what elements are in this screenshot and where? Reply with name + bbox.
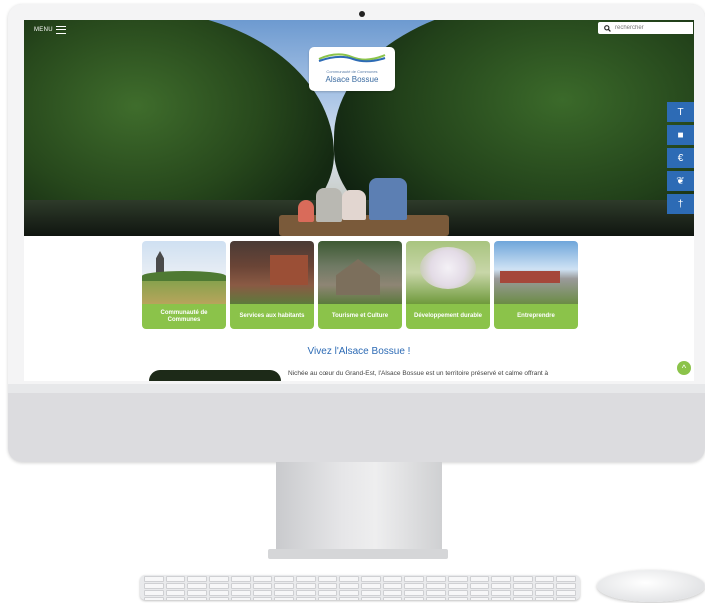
hamburger-icon (55, 26, 66, 34)
hero-banner: MENU Communauté de Communes Alsace Bossu… (24, 20, 694, 236)
monitor-chin (8, 393, 705, 462)
logo-subtitle: Communauté de Communes (326, 69, 378, 74)
tile-label: Développement durable (406, 304, 490, 329)
monitor-stand-base (268, 549, 448, 559)
book-icon[interactable]: ■ (667, 125, 694, 145)
signpost-icon[interactable]: T (667, 102, 694, 122)
tile-developpement[interactable]: Développement durable (406, 241, 490, 329)
search-icon (604, 24, 611, 32)
website-screen: MENU Communauté de Communes Alsace Bossu… (24, 20, 694, 381)
site-logo[interactable]: Communauté de Communes Alsace Bossue (309, 47, 395, 91)
hero-person (298, 200, 314, 222)
tile-services[interactable]: Services aux habitants (230, 241, 314, 329)
euro-icon[interactable]: € (667, 148, 694, 168)
tile-label: Entreprendre (494, 304, 578, 329)
tile-label: Communauté de Communes (142, 304, 226, 329)
tile-image (230, 241, 314, 304)
hero-person (369, 178, 407, 220)
leaf-icon[interactable]: ❦ (667, 171, 694, 191)
category-tiles: Communauté de Communes Services aux habi… (142, 241, 578, 329)
tile-label: Tourisme et Culture (318, 304, 402, 329)
tile-entreprendre[interactable]: Entreprendre (494, 241, 578, 329)
camera-icon (359, 11, 365, 17)
tile-image (142, 241, 226, 304)
mouse (597, 570, 705, 602)
person-icon[interactable]: † (667, 194, 694, 214)
menu-label: MENU (34, 27, 53, 33)
logo-name: Alsace Bossue (325, 75, 379, 84)
key-row (140, 596, 580, 600)
hero-person (316, 188, 342, 222)
back-to-top-button[interactable]: ^ (677, 361, 691, 375)
keyboard (140, 575, 580, 600)
tile-tourisme[interactable]: Tourisme et Culture (318, 241, 402, 329)
side-toolbar: T ■ € ❦ † (667, 102, 694, 217)
tile-image (494, 241, 578, 304)
hero-person (342, 190, 366, 220)
search-input[interactable] (615, 25, 685, 31)
tile-image (406, 241, 490, 304)
tile-label: Services aux habitants (230, 304, 314, 329)
tile-communaute[interactable]: Communauté de Communes (142, 241, 226, 329)
search-bar[interactable] (598, 22, 693, 34)
page-tagline: Vivez l'Alsace Bossue ! (307, 346, 411, 357)
intro-image (149, 370, 281, 381)
tile-image (318, 241, 402, 304)
key-row (140, 582, 580, 589)
intro-text: Nichée au cœur du Grand-Est, l'Alsace Bo… (288, 370, 549, 377)
logo-waves-icon (318, 53, 386, 63)
monitor-stand (276, 462, 442, 550)
key-row (140, 589, 580, 596)
menu-button[interactable]: MENU (34, 26, 66, 34)
key-row (140, 575, 580, 582)
